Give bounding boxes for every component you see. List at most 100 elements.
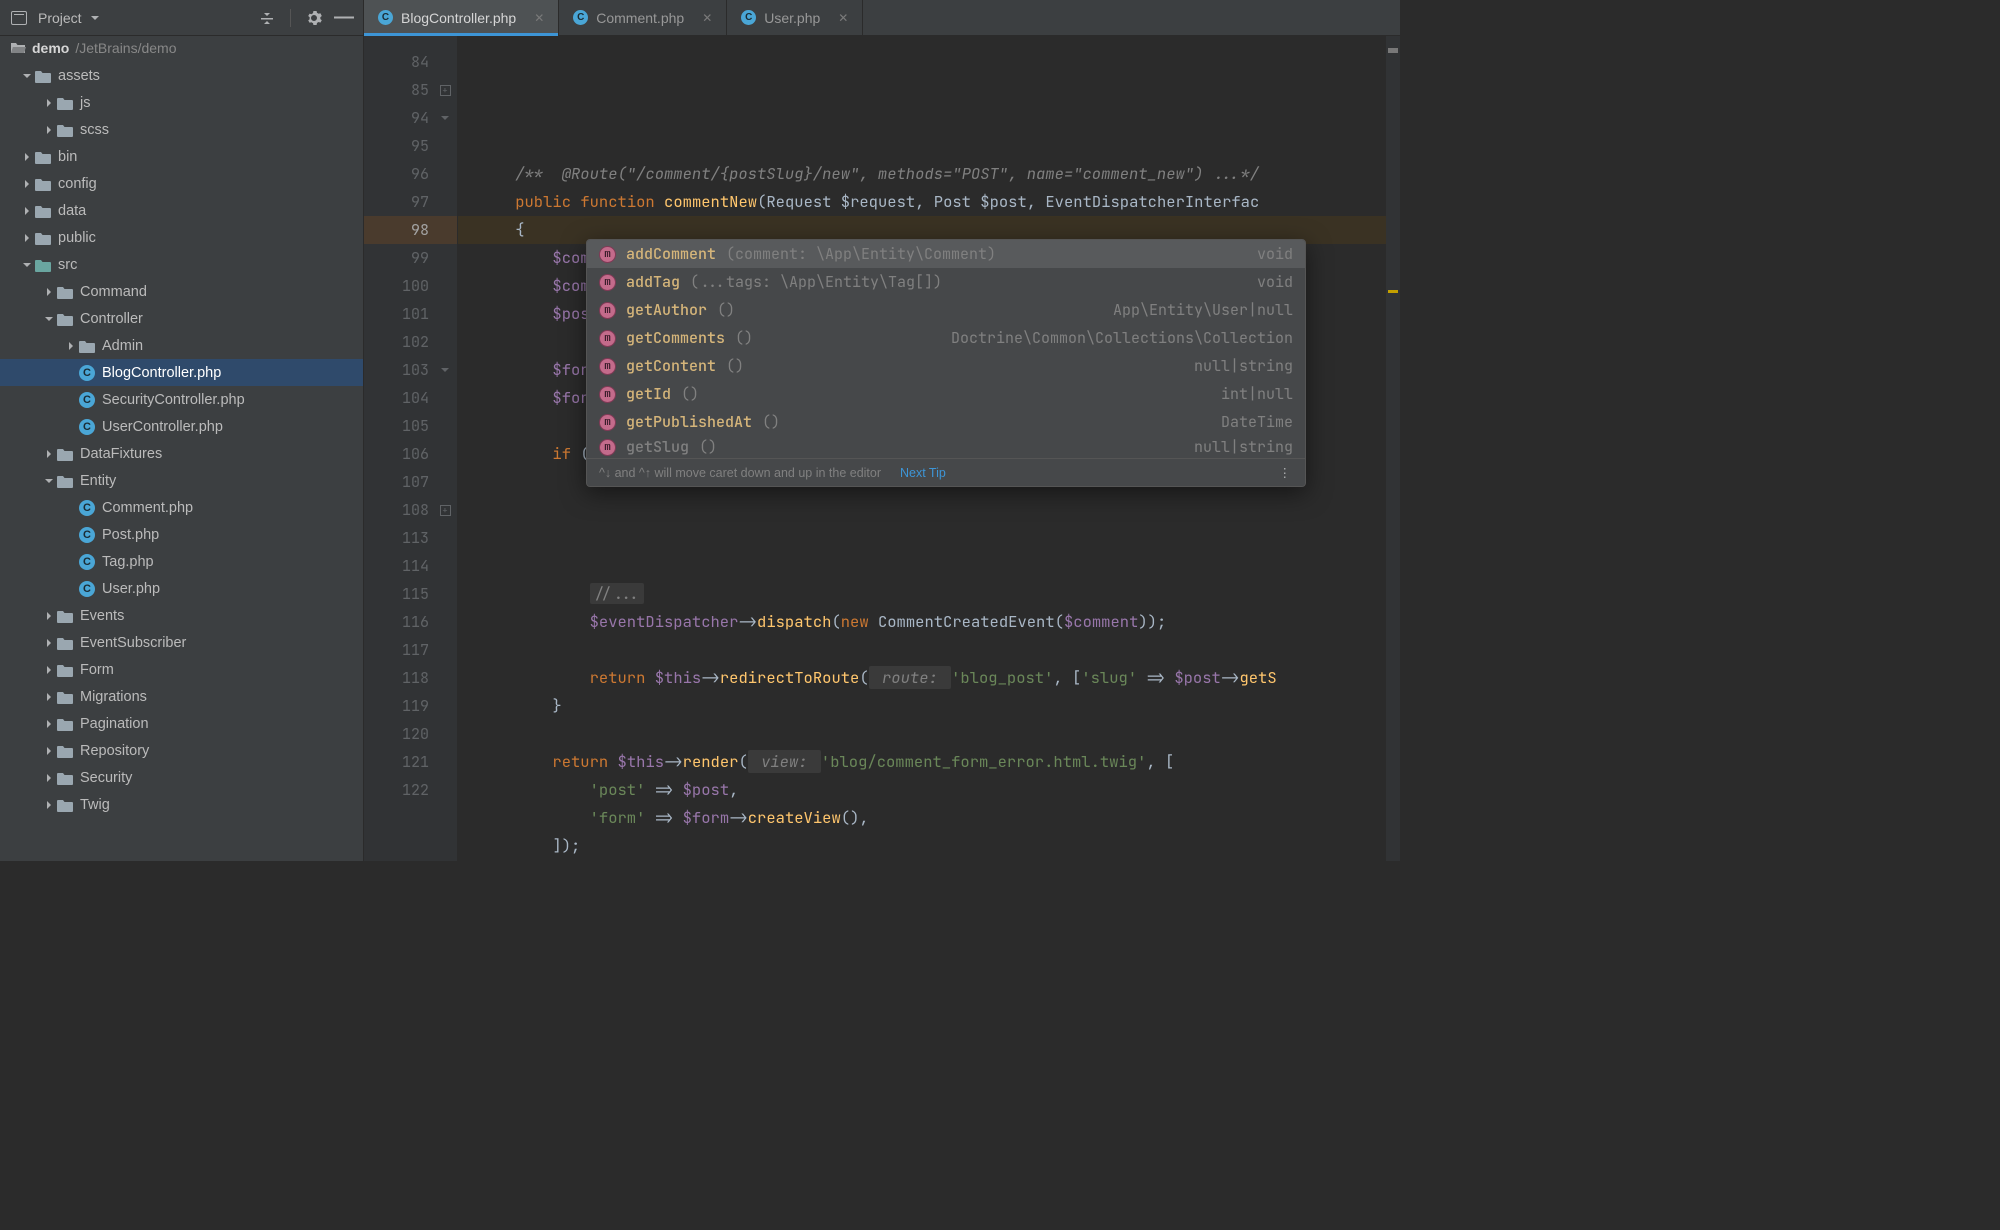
expand-arrow-icon[interactable] — [20, 69, 34, 83]
close-icon[interactable]: ✕ — [702, 11, 712, 25]
tree-folder[interactable]: Twig — [0, 791, 363, 818]
tree-folder[interactable]: Admin — [0, 332, 363, 359]
fold-expand-icon[interactable]: + — [439, 504, 451, 516]
code-line[interactable]: public function commentNew(Request $requ… — [478, 188, 1400, 216]
line-number[interactable]: 105 — [364, 412, 429, 440]
line-number[interactable]: 113 — [364, 524, 429, 552]
expand-arrow-icon[interactable] — [64, 528, 78, 542]
settings-gear-icon[interactable] — [303, 7, 325, 29]
completion-item[interactable]: maddTag(...tags: \App\Entity\Tag[])void — [587, 268, 1305, 296]
line-number[interactable]: 85+ — [364, 76, 429, 104]
tree-folder[interactable]: Command — [0, 278, 363, 305]
expand-arrow-icon[interactable] — [42, 96, 56, 110]
tree-folder[interactable]: Repository — [0, 737, 363, 764]
warning-marker[interactable] — [1388, 290, 1398, 293]
more-options-icon[interactable]: ⋮ — [1279, 465, 1294, 480]
project-dropdown-icon[interactable] — [90, 13, 100, 23]
line-number[interactable]: 114 — [364, 552, 429, 580]
line-number[interactable]: 94 — [364, 104, 429, 132]
code-line[interactable] — [478, 496, 1400, 524]
tree-folder[interactable]: Migrations — [0, 683, 363, 710]
line-number[interactable]: 103 — [364, 356, 429, 384]
expand-arrow-icon[interactable] — [20, 150, 34, 164]
completion-item[interactable]: mgetPublishedAt()DateTime — [587, 408, 1305, 436]
collapse-all-icon[interactable] — [256, 7, 278, 29]
line-number[interactable]: 122 — [364, 776, 429, 804]
line-number[interactable]: 115 — [364, 580, 429, 608]
line-number[interactable]: 101 — [364, 300, 429, 328]
editor-tab[interactable]: CBlogController.php✕ — [364, 0, 559, 35]
tree-folder[interactable]: src — [0, 251, 363, 278]
line-number[interactable]: 97 — [364, 188, 429, 216]
tree-file[interactable]: CComment.php — [0, 494, 363, 521]
line-number[interactable]: 84 — [364, 48, 429, 76]
next-tip-link[interactable]: Next Tip — [900, 466, 946, 480]
expand-arrow-icon[interactable] — [20, 231, 34, 245]
code-line[interactable]: } — [478, 860, 1400, 861]
line-number[interactable]: 116 — [364, 608, 429, 636]
code-line[interactable]: return $this->render( view: 'blog/commen… — [478, 748, 1400, 776]
expand-arrow-icon[interactable] — [42, 123, 56, 137]
expand-arrow-icon[interactable] — [64, 582, 78, 596]
line-number[interactable]: 119 — [364, 692, 429, 720]
line-number[interactable]: 95 — [364, 132, 429, 160]
completion-item[interactable]: mgetId()int|null — [587, 380, 1305, 408]
line-number[interactable]: 106 — [364, 440, 429, 468]
code-line[interactable]: return $this->redirectToRoute( route: 'b… — [478, 664, 1400, 692]
tree-folder[interactable]: public — [0, 224, 363, 251]
expand-arrow-icon[interactable] — [42, 285, 56, 299]
tree-file[interactable]: CSecurityController.php — [0, 386, 363, 413]
expand-arrow-icon[interactable] — [20, 258, 34, 272]
project-tree[interactable]: assetsjsscssbinconfigdatapublicsrcComman… — [0, 60, 363, 861]
breadcrumb[interactable]: demo /JetBrains/demo — [0, 36, 363, 60]
tree-folder[interactable]: Controller — [0, 305, 363, 332]
code-line[interactable]: ]); — [478, 832, 1400, 860]
expand-arrow-icon[interactable] — [42, 798, 56, 812]
line-number[interactable]: 117 — [364, 636, 429, 664]
tree-folder[interactable]: Events — [0, 602, 363, 629]
marker[interactable] — [1388, 48, 1398, 53]
project-view-icon[interactable] — [8, 7, 30, 29]
completion-item[interactable]: mgetContent()null|string — [587, 352, 1305, 380]
tree-folder[interactable]: bin — [0, 143, 363, 170]
expand-arrow-icon[interactable] — [20, 204, 34, 218]
marker-stripe[interactable] — [1386, 36, 1400, 861]
line-number[interactable]: 121 — [364, 748, 429, 776]
expand-arrow-icon[interactable] — [42, 663, 56, 677]
line-number[interactable]: 99 — [364, 244, 429, 272]
fold-expand-icon[interactable]: + — [439, 84, 451, 96]
code-line[interactable]: } — [478, 692, 1400, 720]
tree-folder[interactable]: DataFixtures — [0, 440, 363, 467]
expand-arrow-icon[interactable] — [42, 474, 56, 488]
code-line[interactable]: $eventDispatcher->dispatch(new CommentCr… — [478, 608, 1400, 636]
line-number[interactable]: 98 — [364, 216, 429, 244]
expand-arrow-icon[interactable] — [42, 744, 56, 758]
line-number[interactable]: 100 — [364, 272, 429, 300]
tree-folder[interactable]: config — [0, 170, 363, 197]
tree-file[interactable]: CTag.php — [0, 548, 363, 575]
code-line[interactable] — [478, 524, 1400, 552]
tree-folder[interactable]: js — [0, 89, 363, 116]
close-icon[interactable]: ✕ — [838, 11, 848, 25]
code-line[interactable]: /** @Route("/comment/{postSlug}/new", me… — [478, 160, 1400, 188]
expand-arrow-icon[interactable] — [42, 717, 56, 731]
expand-arrow-icon[interactable] — [42, 447, 56, 461]
hide-panel-icon[interactable]: — — [333, 7, 355, 29]
editor-tab[interactable]: CComment.php✕ — [559, 0, 727, 35]
expand-arrow-icon[interactable] — [20, 177, 34, 191]
fold-collapse-icon[interactable] — [439, 364, 451, 376]
code-line[interactable] — [478, 720, 1400, 748]
completion-item[interactable]: mgetSlug()null|string — [587, 436, 1305, 458]
expand-arrow-icon[interactable] — [42, 771, 56, 785]
completion-item[interactable]: maddComment(comment: \App\Entity\Comment… — [587, 240, 1305, 268]
tree-folder[interactable]: Security — [0, 764, 363, 791]
line-number[interactable]: 102 — [364, 328, 429, 356]
tree-file[interactable]: CUserController.php — [0, 413, 363, 440]
expand-arrow-icon[interactable] — [64, 393, 78, 407]
code-line[interactable] — [478, 552, 1400, 580]
line-number[interactable]: 104 — [364, 384, 429, 412]
expand-arrow-icon[interactable] — [42, 690, 56, 704]
gutter[interactable]: 8485+94959697989910010110210310410510610… — [364, 36, 458, 861]
expand-arrow-icon[interactable] — [64, 366, 78, 380]
code-line[interactable]: //... — [478, 580, 1400, 608]
